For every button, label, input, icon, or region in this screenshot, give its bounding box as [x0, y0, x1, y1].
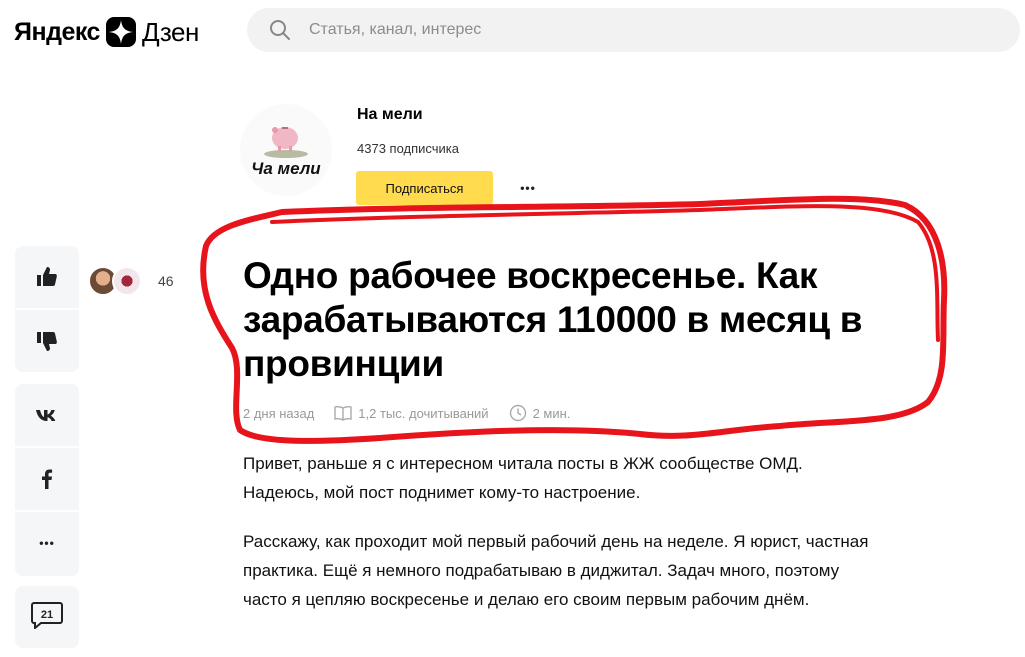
article-paragraph: Привет, раньше я с интересном читала пос… [243, 454, 803, 502]
share-more-button[interactable]: ••• [15, 510, 79, 574]
publish-date: 2 дня назад [243, 406, 314, 421]
logo-yandex-text: Яндекс [14, 17, 100, 46]
more-icon: ••• [39, 536, 55, 550]
channel-more-button[interactable]: ••• [514, 176, 542, 200]
likes-count: 46 [158, 273, 174, 289]
reaction-group [15, 246, 79, 372]
piggy-bank-icon [264, 127, 308, 158]
book-icon [334, 405, 352, 421]
like-icon [37, 267, 57, 286]
vk-icon [36, 410, 56, 421]
comments-count: 21 [40, 609, 54, 621]
read-time: 2 мин. [509, 404, 571, 422]
liked-users[interactable]: 46 [88, 266, 174, 296]
read-time-text: 2 мин. [532, 405, 571, 421]
channel-name[interactable]: На мели [357, 106, 423, 124]
search-input[interactable] [307, 20, 911, 40]
share-vk-button[interactable] [15, 384, 79, 446]
article-meta: 2 дня назад 1,2 тыс. дочитываний 2 мин. [243, 404, 590, 422]
dislike-button[interactable] [15, 308, 79, 372]
article-paragraph: Расскажу, как проходит мой первый рабочи… [243, 532, 869, 609]
subscriber-count: 4373 подписчика [357, 141, 459, 156]
avatar-text: Ча мели [251, 159, 321, 178]
share-group: ••• [15, 384, 79, 576]
reads-count-text: 1,2 тыс. дочитываний [358, 405, 489, 421]
share-facebook-button[interactable] [15, 446, 79, 510]
reads-count: 1,2 тыс. дочитываний [334, 404, 489, 422]
clock-icon [509, 404, 526, 422]
channel-avatar[interactable]: Ча мели [240, 104, 332, 196]
comments-button[interactable]: 21 [15, 586, 79, 648]
facebook-icon [42, 469, 53, 489]
publish-date-text: 2 дня назад [243, 405, 315, 421]
article-title: Одно рабочее воскресенье. Как зарабатыва… [243, 255, 863, 384]
logo-dzen-text: Дзен [141, 16, 199, 47]
search-icon [270, 20, 290, 40]
yandex-dzen-logo[interactable]: Яндекс Дзен [14, 14, 199, 50]
dislike-icon [37, 332, 57, 351]
more-icon: ••• [520, 181, 536, 195]
search-bar[interactable] [247, 8, 1020, 52]
user-avatar [112, 266, 142, 296]
comments-group: 21 [15, 586, 79, 648]
subscribe-button[interactable]: Подписаться [356, 171, 493, 205]
like-button[interactable] [15, 246, 79, 308]
dzen-logo-icon [105, 17, 136, 47]
